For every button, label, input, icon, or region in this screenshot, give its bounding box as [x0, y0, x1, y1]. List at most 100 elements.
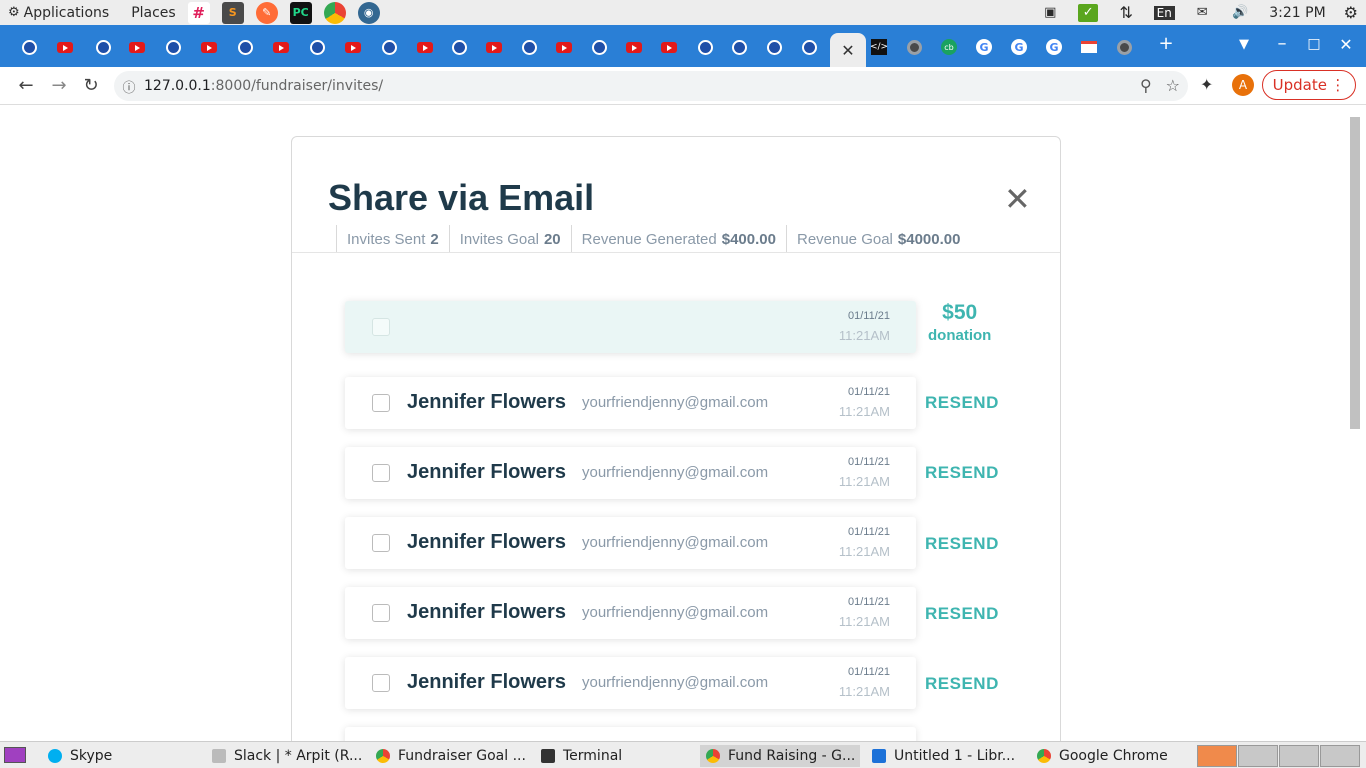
tab-globe[interactable]	[374, 33, 404, 61]
taskbar-item-terminal[interactable]: Terminal	[541, 745, 691, 767]
clock[interactable]: 3:21 PM	[1269, 5, 1325, 21]
workspace-4[interactable]	[1320, 745, 1360, 767]
tab-youtube[interactable]	[194, 33, 224, 61]
reload-icon[interactable]: ↻	[75, 69, 107, 101]
tab-google[interactable]: G	[1004, 33, 1034, 61]
taskbar-item-slack[interactable]: Slack | * Arpit (R...	[212, 745, 362, 767]
close-modal-icon[interactable]: ✕	[1004, 183, 1031, 215]
bookmark-star-icon[interactable]: ☆	[1166, 76, 1180, 95]
taskbar-item-google-chrome[interactable]: Google Chrome	[1037, 745, 1187, 767]
new-tab-icon[interactable]: +	[1151, 33, 1181, 54]
youtube-icon	[556, 41, 572, 53]
page-scrollbar[interactable]	[1350, 117, 1360, 429]
tab-globe[interactable]	[230, 33, 260, 61]
resend-button[interactable]: RESEND	[925, 604, 999, 624]
chrome-launcher-icon[interactable]	[323, 1, 346, 24]
taskbar-item-fundraiser[interactable]: Fundraiser Goal ...	[376, 745, 528, 767]
pycharm-launcher-icon[interactable]: PC	[289, 1, 312, 24]
taskbar-item-libreoffice[interactable]: Untitled 1 - Libr...	[872, 745, 1022, 767]
forward-icon[interactable]: →	[43, 69, 75, 101]
row-checkbox[interactable]	[372, 394, 390, 412]
extensions-puzzle-icon[interactable]: ✦	[1200, 75, 1213, 94]
task-label: Google Chrome	[1059, 748, 1168, 764]
slack-launcher-icon[interactable]: #	[187, 1, 210, 24]
tab-google[interactable]: G	[1039, 33, 1069, 61]
taskbar-item-fund-raising[interactable]: Fund Raising - G...	[700, 745, 860, 767]
check-tray-icon[interactable]: ✓	[1069, 3, 1107, 22]
postman-launcher-icon[interactable]: ✎	[255, 1, 278, 24]
row-time: 11:21AM	[838, 614, 890, 629]
zoom-icon[interactable]: ⚲	[1140, 76, 1152, 95]
tab-youtube[interactable]	[122, 33, 152, 61]
volume-icon[interactable]: 🔊	[1221, 5, 1259, 20]
site-info-icon[interactable]: ⓘ	[114, 77, 144, 96]
profile-avatar[interactable]: A	[1232, 74, 1254, 96]
address-bar[interactable]: ⓘ 127.0.0.1:8000/fundraiser/invites/ ⚲ ☆	[114, 71, 1188, 101]
show-desktop-icon[interactable]	[4, 747, 26, 763]
globe-icon	[521, 39, 537, 55]
tab-gmail[interactable]	[1074, 33, 1104, 61]
tab-globe[interactable]	[794, 33, 824, 61]
stat-label: Revenue Generated	[581, 230, 717, 248]
tab-youtube[interactable]	[338, 33, 368, 61]
mail-icon[interactable]: ✉	[1183, 5, 1221, 20]
update-button[interactable]: Update ⋮	[1262, 70, 1356, 100]
applications-menu[interactable]: Applications	[24, 5, 110, 21]
resend-button[interactable]: RESEND	[925, 393, 999, 413]
maximize-icon[interactable]: □	[1299, 36, 1329, 52]
settings-gear-icon[interactable]: ⚙	[1344, 3, 1358, 22]
minimize-icon[interactable]: –	[1267, 33, 1297, 54]
invite-row: Jennifer Flowers yourfriendjenny@gmail.c…	[345, 587, 916, 639]
tab-youtube[interactable]	[266, 33, 296, 61]
tab-globe[interactable]	[690, 33, 720, 61]
browser-tab-strip: ✕ </> cb G G G + ▼ – □ ✕	[0, 25, 1366, 67]
keyboard-layout-indicator[interactable]: En	[1145, 5, 1183, 20]
tab-dark[interactable]: </>	[864, 33, 894, 61]
tab-youtube[interactable]	[549, 33, 579, 61]
close-tab-icon[interactable]: ✕	[841, 41, 854, 60]
row-checkbox[interactable]	[372, 674, 390, 692]
row-checkbox[interactable]	[372, 604, 390, 622]
back-icon[interactable]: ←	[10, 69, 42, 101]
camera-tray-icon[interactable]: ▣	[1031, 5, 1069, 20]
tab-globe[interactable]	[514, 33, 544, 61]
tab-active[interactable]: ✕	[830, 33, 866, 67]
tab-globe[interactable]	[724, 33, 754, 61]
tab-search-icon[interactable]: ▼	[1229, 37, 1259, 52]
tab-globe[interactable]	[444, 33, 474, 61]
applications-menu-icon: ⚙	[8, 5, 20, 20]
tab-youtube[interactable]	[619, 33, 649, 61]
tab-youtube[interactable]	[410, 33, 440, 61]
tab-youtube[interactable]	[479, 33, 509, 61]
close-window-icon[interactable]: ✕	[1331, 35, 1361, 54]
google-icon: G	[1011, 39, 1027, 55]
places-menu[interactable]: Places	[131, 5, 176, 21]
resend-button[interactable]: RESEND	[925, 463, 999, 483]
tab-gray[interactable]	[1109, 33, 1139, 61]
resend-button[interactable]: RESEND	[925, 674, 999, 694]
workspace-1[interactable]	[1197, 745, 1237, 767]
tab-gray[interactable]	[899, 33, 929, 61]
network-transfer-icon[interactable]: ⇅	[1107, 3, 1145, 22]
tab-globe[interactable]	[302, 33, 332, 61]
tab-cb[interactable]: cb	[934, 33, 964, 61]
tab-google[interactable]: G	[969, 33, 999, 61]
tab-youtube[interactable]	[654, 33, 684, 61]
stat-value: 20	[543, 230, 561, 248]
taskbar-item-skype[interactable]: Skype	[48, 745, 198, 767]
row-checkbox[interactable]	[372, 318, 390, 336]
tab-youtube[interactable]	[50, 33, 80, 61]
tab-globe[interactable]	[14, 33, 44, 61]
sublime-launcher-icon[interactable]: S	[221, 1, 244, 24]
tab-globe[interactable]	[158, 33, 188, 61]
tab-globe[interactable]	[584, 33, 614, 61]
workspace-2[interactable]	[1238, 745, 1278, 767]
resend-button[interactable]: RESEND	[925, 534, 999, 554]
tab-globe[interactable]	[88, 33, 118, 61]
workspace-3[interactable]	[1279, 745, 1319, 767]
invite-row: Jennifer Flowers yourfriendjenny@gmail.c…	[345, 447, 916, 499]
row-checkbox[interactable]	[372, 464, 390, 482]
row-checkbox[interactable]	[372, 534, 390, 552]
tab-globe[interactable]	[759, 33, 789, 61]
postgres-launcher-icon[interactable]: ◉	[357, 1, 380, 24]
